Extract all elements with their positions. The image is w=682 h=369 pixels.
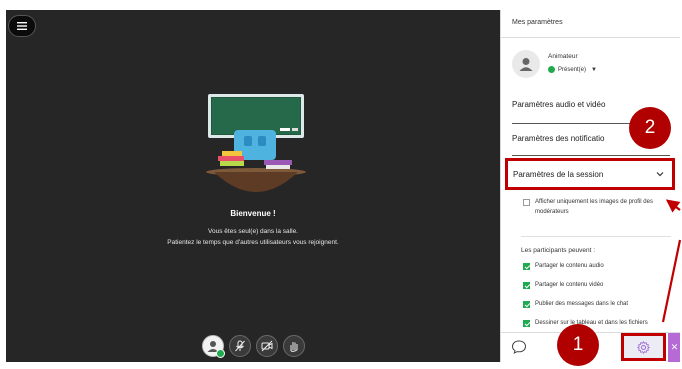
settings-button[interactable] [621, 333, 666, 361]
welcome-illustration [206, 94, 306, 192]
main-stage: Bienvenue ! Vous êtes seul(e) dans la sa… [6, 10, 500, 362]
section-session-label: Paramètres de la session [513, 169, 604, 179]
step-badge-2: 2 [629, 107, 671, 149]
hand-raise-icon [290, 342, 298, 352]
checkbox-draw-whiteboard[interactable] [523, 320, 530, 327]
option-share-video: Partager le contenu vidéo [535, 282, 604, 288]
option-moderator-images: Afficher uniquement les images de profil… [535, 199, 653, 215]
close-icon: ✕ [670, 342, 679, 352]
option-share-audio: Partager le contenu audio [535, 263, 604, 269]
divider [521, 236, 671, 237]
gear-icon [637, 340, 650, 354]
microphone-button[interactable] [229, 335, 251, 357]
settings-panel: Mes paramètres Animateur Présent(e) ▼ Pa… [500, 10, 680, 362]
camera-button[interactable] [256, 335, 278, 357]
menu-button[interactable] [8, 15, 36, 37]
checkbox-post-chat[interactable] [523, 301, 530, 308]
chevron-down-icon: ▼ [591, 66, 597, 73]
user-icon [519, 58, 533, 71]
participants-heading: Les participants peuvent : [521, 247, 596, 254]
checkbox-share-video[interactable] [523, 282, 530, 289]
welcome-message-line2: Patientez le temps que d'autres utilisat… [167, 239, 339, 246]
step-badge-1: 1 [557, 324, 599, 366]
media-controls [202, 335, 305, 358]
status-label: Présent(e) [558, 66, 587, 73]
chat-icon[interactable] [511, 339, 527, 355]
my-status-button[interactable] [202, 335, 225, 358]
mic-off-icon [235, 340, 245, 352]
divider [512, 155, 670, 156]
raise-hand-button[interactable] [283, 335, 305, 357]
presence-indicator [216, 349, 225, 358]
divider [501, 37, 680, 38]
checkbox-moderator-images[interactable] [523, 199, 530, 206]
presence-indicator [548, 66, 555, 73]
welcome-message-line1: Vous êtes seul(e) dans la salle. [208, 228, 298, 235]
camera-off-icon [261, 340, 273, 352]
avatar [512, 50, 540, 78]
welcome-title: Bienvenue ! [230, 209, 276, 218]
user-role: Animateur [548, 53, 578, 60]
status-selector[interactable]: Présent(e) ▼ [548, 66, 597, 73]
option-post-chat: Publier des messages dans le chat [535, 301, 629, 307]
option-draw-whiteboard: Dessiner sur le tableau et dans les fich… [535, 320, 648, 326]
section-session[interactable]: Paramètres de la session [505, 158, 675, 190]
chevron-down-icon [656, 172, 664, 177]
panel-title: Mes paramètres [512, 19, 563, 26]
menu-icon [17, 22, 27, 30]
screenshot: Bienvenue ! Vous êtes seul(e) dans la sa… [0, 0, 682, 369]
checkbox-share-audio[interactable] [523, 263, 530, 270]
close-panel-button[interactable]: ✕ [668, 333, 680, 362]
